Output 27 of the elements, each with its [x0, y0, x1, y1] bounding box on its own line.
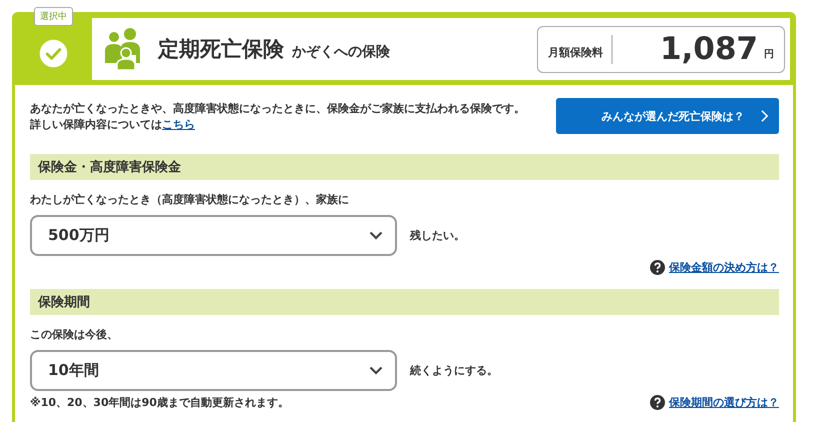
suffix-text: 続くようにする。 — [410, 363, 498, 378]
check-icon[interactable] — [39, 38, 68, 68]
description-text: あなたが亡くなったときや、高度障害状態になったときに、保険金がご家族に支払われる保険です。 — [30, 101, 525, 117]
caret-icon — [369, 366, 383, 375]
section-heading: 保険金・高度障害保険金 — [30, 154, 779, 180]
detail-link[interactable]: こちら — [162, 118, 195, 131]
plan-subtitle: かぞくへの保険 — [292, 42, 390, 60]
help-icon — [650, 395, 665, 410]
help-icon — [650, 260, 665, 275]
note-text: ※10、20、30年間は90歳まで自動更新されます。 — [30, 395, 289, 410]
premium-label: 月額保険料 — [548, 34, 613, 64]
premium-amount: 1,087 — [660, 31, 758, 67]
chevron-right-icon — [760, 109, 769, 123]
plan-title: 定期死亡保険 — [158, 36, 284, 63]
premium-unit: 円 — [764, 48, 774, 61]
prompt-text: わたしが亡くなったとき（高度障害状態になったとき）、家族に — [30, 192, 350, 207]
caret-icon — [369, 231, 383, 240]
prompt-text: この保険は今後、 — [30, 327, 119, 342]
help-link[interactable]: 保険金額の決め方は？ — [669, 260, 779, 275]
section-heading: 保険期間 — [30, 289, 779, 315]
help-link[interactable]: 保険期間の選び方は？ — [669, 395, 779, 410]
select-field[interactable]: 500万円 — [30, 215, 397, 256]
select-field[interactable]: 10年間 — [30, 350, 397, 391]
suffix-text: 残したい。 — [410, 228, 465, 243]
detail-text: 詳しい保障内容については — [30, 118, 162, 131]
compare-button[interactable]: みんなが選んだ死亡保険は？ — [556, 98, 779, 134]
status-badge: 選択中 — [34, 7, 73, 26]
